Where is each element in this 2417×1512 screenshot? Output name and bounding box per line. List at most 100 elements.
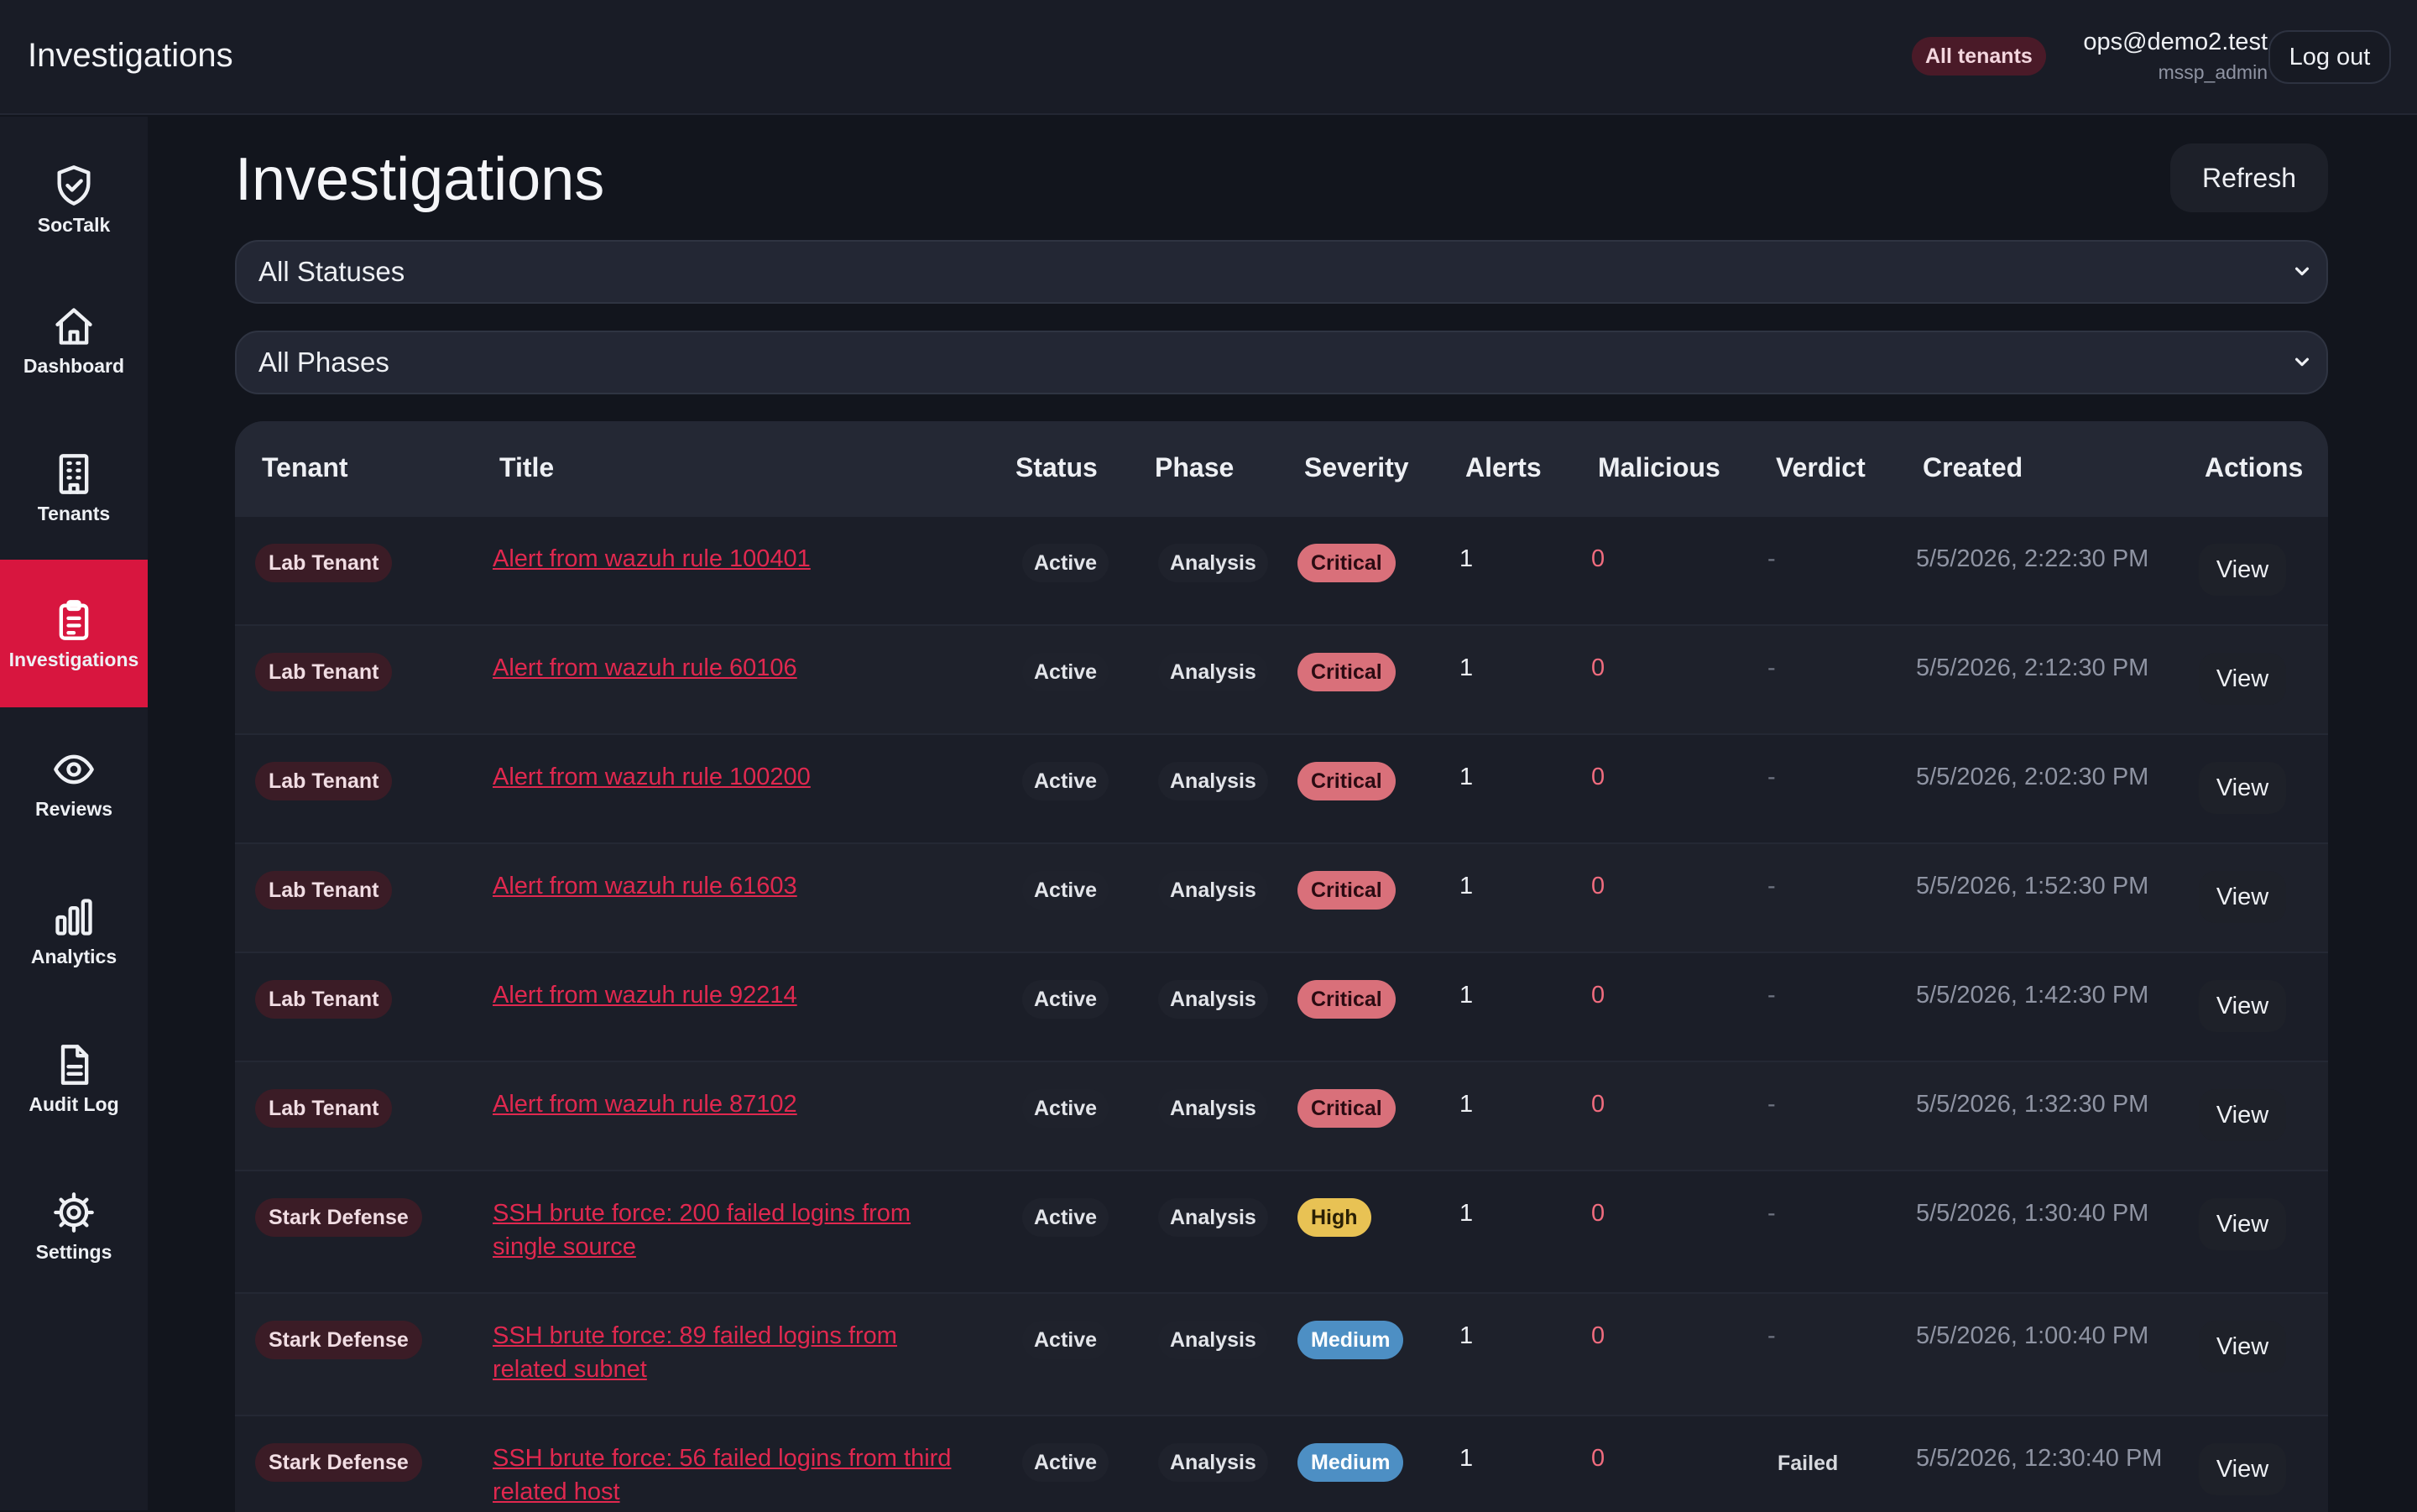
tenant-badge: Lab Tenant: [255, 1089, 393, 1128]
tenant-badge: Stark Defense: [255, 1321, 422, 1359]
sidebar-item-label: Investigations: [8, 649, 139, 670]
verdict-value: -: [1767, 764, 1776, 790]
status-badge: Active: [1022, 653, 1109, 691]
column-header-verdict[interactable]: Verdict: [1776, 452, 1866, 483]
verdict-value: -: [1767, 1322, 1776, 1349]
investigation-title-link[interactable]: Alert from wazuh rule 92214: [493, 978, 963, 1012]
sidebar-item-reviews[interactable]: Reviews: [0, 729, 148, 833]
verdict-value: -: [1767, 982, 1776, 1009]
alerts-count: 1: [1459, 1322, 1474, 1349]
alerts-count: 1: [1459, 654, 1474, 681]
status-filter-select[interactable]: All Statuses: [235, 240, 2328, 304]
status-badge: Active: [1022, 1443, 1109, 1482]
column-header-status[interactable]: Status: [1015, 452, 1098, 483]
app-title: Investigations: [28, 37, 233, 74]
sidebar-item-settings[interactable]: Settings: [0, 1172, 148, 1276]
sidebar-item-investigations[interactable]: Investigations: [0, 560, 148, 707]
alerts-count: 1: [1459, 873, 1474, 899]
investigation-title-link[interactable]: Alert from wazuh rule 61603: [493, 869, 963, 903]
investigation-title-link[interactable]: SSH brute force: 56 failed logins from t…: [493, 1442, 963, 1509]
investigation-title-link[interactable]: SSH brute force: 89 failed logins from r…: [493, 1319, 963, 1386]
top-bar: Investigations All tenants ops@demo2.tes…: [0, 0, 2417, 115]
alerts-count: 1: [1459, 1445, 1474, 1472]
investigation-title-link[interactable]: Alert from wazuh rule 60106: [493, 651, 963, 685]
tenant-scope-badge[interactable]: All tenants: [1912, 37, 2046, 76]
phase-filter-select[interactable]: All Phases: [235, 331, 2328, 394]
phase-badge: Analysis: [1158, 544, 1268, 582]
sidebar-item-audit-log[interactable]: Audit Log: [0, 1025, 148, 1129]
status-badge: Active: [1022, 544, 1109, 582]
table-row: Lab Tenant Alert from wazuh rule 92214 Act…: [235, 952, 2328, 1061]
malicious-count: 0: [1591, 1200, 1605, 1227]
investigation-title-link[interactable]: Alert from wazuh rule 100200: [493, 760, 963, 794]
created-timestamp: 5/5/2026, 1:32:30 PM: [1916, 1091, 2149, 1118]
sidebar-item-label: Analytics: [30, 946, 117, 967]
sidebar: SocTalk Dashboard Tenants Investigations…: [0, 117, 148, 1510]
severity-badge: Medium: [1297, 1321, 1404, 1359]
status-badge: Active: [1022, 762, 1109, 800]
column-header-phase[interactable]: Phase: [1155, 452, 1234, 483]
alerts-count: 1: [1459, 545, 1474, 572]
status-badge: Active: [1022, 980, 1109, 1019]
verdict-value: -: [1767, 1091, 1776, 1118]
table-row: Stark Defense SSH brute force: 200 failed…: [235, 1170, 2328, 1292]
created-timestamp: 5/5/2026, 2:12:30 PM: [1916, 654, 2149, 681]
severity-badge: Critical: [1297, 762, 1396, 800]
phase-badge: Analysis: [1158, 1321, 1268, 1359]
view-button[interactable]: View: [2199, 1089, 2286, 1141]
status-badge: Active: [1022, 1089, 1109, 1128]
tenant-badge: Lab Tenant: [255, 653, 393, 691]
phase-filter-value: All Phases: [258, 347, 389, 378]
table-row: Stark Defense SSH brute force: 56 failed …: [235, 1415, 2328, 1512]
investigation-title-link[interactable]: SSH brute force: 200 failed logins from …: [493, 1197, 963, 1264]
column-header-severity[interactable]: Severity: [1304, 452, 1409, 483]
alerts-count: 1: [1459, 982, 1474, 1009]
created-timestamp: 5/5/2026, 2:22:30 PM: [1916, 545, 2149, 572]
table-header: Tenant Title Status Phase Severity Alert…: [235, 421, 2328, 515]
logout-button[interactable]: Log out: [2268, 30, 2391, 84]
created-timestamp: 5/5/2026, 2:02:30 PM: [1916, 764, 2149, 790]
view-button[interactable]: View: [2199, 1443, 2286, 1495]
sidebar-item-label: Dashboard: [23, 355, 125, 377]
verdict-value: Failed: [1778, 1452, 1839, 1475]
table-row: Lab Tenant Alert from wazuh rule 100200 Ac…: [235, 733, 2328, 842]
verdict-value: -: [1767, 1200, 1776, 1227]
severity-badge: Critical: [1297, 653, 1396, 691]
investigation-title-link[interactable]: Alert from wazuh rule 87102: [493, 1087, 963, 1121]
column-header-malicious[interactable]: Malicious: [1598, 452, 1720, 483]
malicious-count: 0: [1591, 1445, 1605, 1472]
sidebar-item-label: Audit Log: [29, 1093, 119, 1115]
sidebar-item-soctalk[interactable]: SocTalk: [0, 145, 148, 249]
column-header-tenant[interactable]: Tenant: [262, 452, 348, 483]
shield-check-icon: [57, 165, 91, 206]
sidebar-item-analytics[interactable]: Analytics: [0, 877, 148, 981]
home-icon: [55, 308, 92, 345]
malicious-count: 0: [1591, 982, 1605, 1009]
phase-badge: Analysis: [1158, 871, 1268, 910]
refresh-button[interactable]: Refresh: [2170, 143, 2328, 212]
column-header-title[interactable]: Title: [499, 452, 554, 483]
sidebar-item-label: Settings: [35, 1241, 112, 1263]
tenant-badge: Lab Tenant: [255, 980, 393, 1019]
view-button[interactable]: View: [2199, 544, 2286, 596]
view-button[interactable]: View: [2199, 762, 2286, 814]
column-header-alerts[interactable]: Alerts: [1465, 452, 1542, 483]
view-button[interactable]: View: [2199, 871, 2286, 923]
created-timestamp: 5/5/2026, 12:30:40 PM: [1916, 1445, 2163, 1472]
created-timestamp: 5/5/2026, 1:52:30 PM: [1916, 873, 2149, 899]
sidebar-item-dashboard[interactable]: Dashboard: [0, 286, 148, 390]
view-button[interactable]: View: [2199, 653, 2286, 705]
view-button[interactable]: View: [2199, 1321, 2286, 1373]
document-icon: [60, 1045, 89, 1085]
phase-badge: Analysis: [1158, 1443, 1268, 1482]
view-button[interactable]: View: [2199, 980, 2286, 1032]
view-button[interactable]: View: [2199, 1198, 2286, 1250]
investigation-title-link[interactable]: Alert from wazuh rule 100401: [493, 542, 963, 576]
verdict-value: -: [1767, 654, 1776, 681]
table-row: Lab Tenant Alert from wazuh rule 60106 Act…: [235, 624, 2328, 733]
alerts-count: 1: [1459, 764, 1474, 790]
tenant-badge: Lab Tenant: [255, 871, 393, 910]
sidebar-item-tenants[interactable]: Tenants: [0, 434, 148, 538]
column-header-created[interactable]: Created: [1923, 452, 2023, 483]
table-row: Lab Tenant Alert from wazuh rule 100401 Ac…: [235, 515, 2328, 624]
